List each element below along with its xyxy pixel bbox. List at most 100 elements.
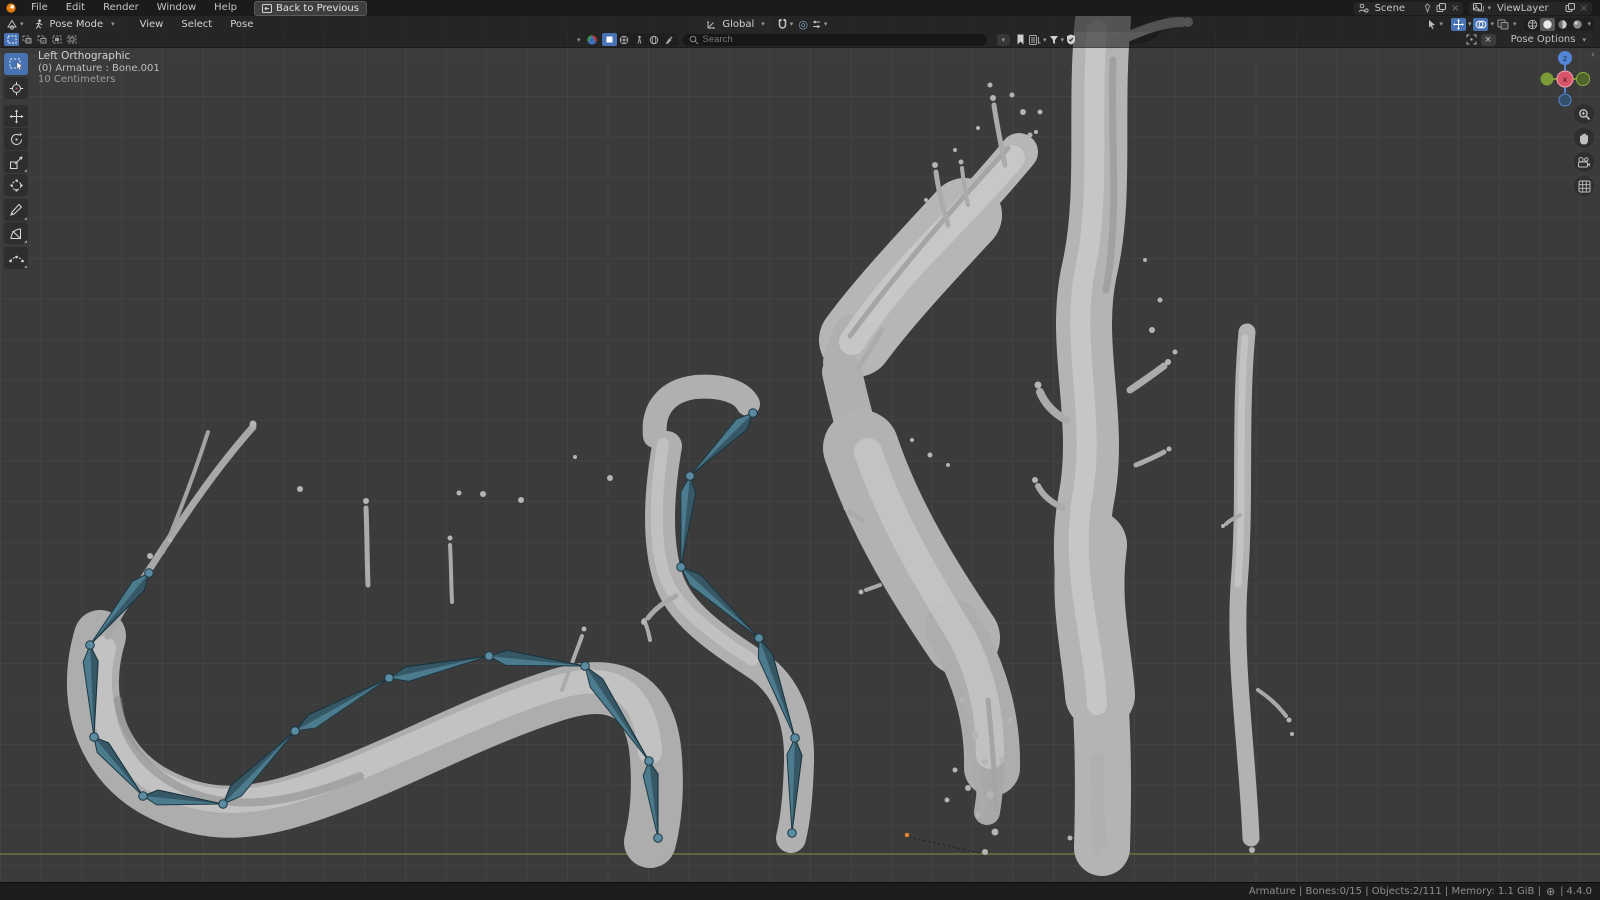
zoom-button[interactable] bbox=[1574, 104, 1594, 124]
menu-select[interactable]: Select bbox=[172, 19, 221, 30]
menu-pose[interactable]: Pose bbox=[221, 19, 262, 30]
new-viewlayer-icon[interactable] bbox=[1565, 3, 1576, 13]
scene-selector[interactable]: Scene × bbox=[1353, 1, 1464, 15]
unlink-scene-icon[interactable]: × bbox=[1451, 3, 1459, 14]
orientation-axes-icon bbox=[707, 20, 716, 29]
chevron-down-icon[interactable]: ▾ bbox=[1490, 20, 1494, 28]
chevron-down-icon[interactable]: ▾ bbox=[996, 33, 1011, 46]
clear-button[interactable]: × bbox=[1480, 33, 1496, 46]
pan-hand-button[interactable] bbox=[1574, 128, 1594, 148]
shading-material-button[interactable] bbox=[1555, 18, 1570, 31]
sidebar-toggle-arrow[interactable]: ‹ bbox=[1591, 50, 1595, 60]
funnel-icon bbox=[1049, 35, 1058, 44]
chevron-down-icon: ▾ bbox=[823, 20, 828, 28]
fake-user-shield-icon[interactable] bbox=[1066, 34, 1076, 45]
viewlayer-selector[interactable]: ▾ ViewLayer × bbox=[1469, 1, 1592, 15]
show-gizmo-toggle[interactable] bbox=[1450, 17, 1466, 31]
select-mode-extend-button[interactable] bbox=[19, 33, 34, 46]
editor-type-button[interactable]: ▾ bbox=[0, 19, 30, 30]
shading-rendered-button[interactable] bbox=[1570, 18, 1585, 31]
remove-viewlayer-icon[interactable]: × bbox=[1580, 3, 1588, 14]
viewport-header: ▾ Pose Mode ▾ View Select Pose Global ▾ … bbox=[0, 16, 1600, 32]
blender-logo-icon[interactable] bbox=[0, 2, 22, 14]
chevron-down-icon[interactable]: ▾ bbox=[1513, 20, 1517, 28]
search-field[interactable] bbox=[682, 33, 987, 46]
chevron-down-icon: ▾ bbox=[1043, 35, 1047, 44]
xray-toggle[interactable] bbox=[1496, 18, 1511, 31]
toggle-grid-button[interactable] bbox=[1574, 176, 1594, 196]
menu-render[interactable]: Render bbox=[94, 0, 148, 16]
chevron-down-icon[interactable]: ▾ bbox=[1468, 20, 1472, 28]
gizmo-z-negative[interactable] bbox=[1558, 93, 1572, 107]
menu-view[interactable]: View bbox=[131, 19, 173, 30]
filter-dropdown[interactable]: ▾ bbox=[1049, 35, 1067, 45]
filter-brush-toggle[interactable] bbox=[662, 33, 677, 46]
pose-mode-icon bbox=[35, 18, 42, 29]
proportional-editing-icon[interactable]: ◎ bbox=[798, 18, 808, 31]
snapping-dropdown[interactable]: ▾ bbox=[777, 18, 796, 30]
chevron-down-icon[interactable]: ▾ bbox=[1587, 20, 1591, 28]
filter-toggle-group bbox=[600, 33, 678, 46]
version-label: 4.4.0 bbox=[1566, 886, 1592, 897]
network-globe-icon[interactable]: ⊕ bbox=[1546, 885, 1555, 898]
select-mode-intersect-button[interactable] bbox=[64, 33, 79, 46]
menu-edit[interactable]: Edit bbox=[57, 0, 94, 16]
new-scene-icon[interactable] bbox=[1436, 3, 1447, 13]
chevron-down-icon: ▾ bbox=[1582, 35, 1586, 44]
frame-select-icon[interactable] bbox=[1466, 34, 1477, 45]
shading-solid-button[interactable] bbox=[1540, 17, 1556, 31]
cursor-select-icon bbox=[1429, 19, 1436, 29]
tool-scale[interactable] bbox=[4, 151, 28, 173]
pin-icon[interactable] bbox=[1423, 3, 1432, 13]
viewlayer-icon bbox=[1473, 3, 1485, 12]
tool-move[interactable] bbox=[4, 105, 28, 127]
chevron-down-icon: ▾ bbox=[20, 20, 24, 28]
select-mode-invert-button[interactable] bbox=[49, 33, 64, 46]
search-icon bbox=[689, 35, 698, 44]
filter-mesh-toggle[interactable] bbox=[601, 33, 617, 46]
mode-selector[interactable]: Pose Mode ▾ bbox=[29, 17, 121, 31]
scene-icon bbox=[1358, 3, 1369, 13]
filter-scene-toggle[interactable] bbox=[647, 33, 662, 46]
camera-view-button[interactable] bbox=[1574, 152, 1594, 172]
menu-help[interactable]: Help bbox=[205, 0, 246, 16]
gizmo-y-positive[interactable] bbox=[1540, 72, 1554, 86]
filter-armature-toggle[interactable] bbox=[632, 33, 647, 46]
show-overlays-toggle[interactable] bbox=[1473, 17, 1489, 31]
falloff-sphere-icon[interactable] bbox=[586, 34, 598, 46]
shading-wireframe-button[interactable] bbox=[1525, 18, 1540, 31]
blender-window: { "topbar": { "menus": ["File", "Edit", … bbox=[0, 0, 1600, 900]
search-input[interactable] bbox=[682, 33, 987, 46]
pose-options-dropdown[interactable]: Pose Options ▾ bbox=[1501, 33, 1592, 46]
tool-measure[interactable] bbox=[4, 222, 28, 244]
tool-select-box[interactable] bbox=[4, 53, 28, 75]
menu-file[interactable]: File bbox=[22, 0, 57, 16]
view-options-dropdown[interactable]: ▾ bbox=[811, 19, 830, 30]
svg-text:z: z bbox=[1563, 54, 1567, 63]
3d-viewport[interactable] bbox=[0, 15, 1600, 882]
tool-settings-bar: ▾ ▾ ▾ ▾ bbox=[0, 32, 1600, 48]
tool-cursor[interactable] bbox=[4, 77, 28, 99]
tool-rotate[interactable] bbox=[4, 128, 28, 150]
selectability-dropdown[interactable]: ▾ bbox=[1427, 19, 1445, 30]
tool-transform[interactable] bbox=[4, 174, 28, 196]
back-to-previous-button[interactable]: Back to Previous bbox=[253, 0, 367, 16]
magnet-icon bbox=[778, 18, 787, 29]
tool-pose-breakdowner[interactable] bbox=[4, 247, 28, 269]
navigation-gizmo[interactable]: z x bbox=[1538, 47, 1594, 107]
display-mode-dropdown[interactable]: ▾ bbox=[1029, 34, 1049, 45]
subtool-indicator bbox=[24, 217, 27, 220]
gizmo-y-negative[interactable] bbox=[1576, 72, 1590, 86]
select-mode-subtract-button[interactable] bbox=[34, 33, 49, 46]
overlays-icon bbox=[1475, 20, 1487, 28]
filter-world-toggle[interactable] bbox=[617, 33, 632, 46]
bookmark-icon[interactable] bbox=[1016, 34, 1025, 45]
back-window-icon bbox=[261, 3, 272, 13]
gizmo-icon bbox=[1452, 18, 1464, 30]
transform-orientation-dropdown[interactable]: Global ▾ bbox=[702, 17, 771, 31]
tool-annotate[interactable] bbox=[4, 199, 28, 221]
chevron-down-icon: ▾ bbox=[111, 20, 115, 28]
select-mode-set-button[interactable] bbox=[4, 33, 19, 46]
chevron-down-icon[interactable]: ▾ bbox=[577, 36, 581, 44]
menu-window[interactable]: Window bbox=[148, 0, 205, 16]
